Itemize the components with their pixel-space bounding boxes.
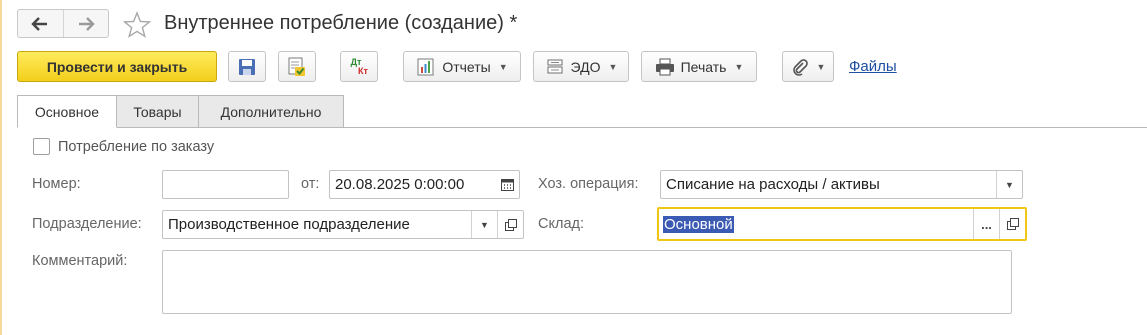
- operation-value: Списание на расходы / активы: [666, 176, 880, 193]
- dt-kt-button[interactable]: Дт Кт: [340, 51, 378, 82]
- tab-main[interactable]: Основное: [17, 95, 117, 128]
- save-disk-icon: [239, 58, 255, 75]
- number-label: Номер:: [32, 176, 81, 192]
- chevron-down-icon: ▼: [480, 219, 489, 230]
- division-open-button[interactable]: [497, 211, 523, 238]
- tab-additional[interactable]: Дополнительно: [198, 95, 344, 128]
- division-dropdown-button[interactable]: ▼: [471, 211, 497, 238]
- operation-label: Хоз. операция:: [538, 176, 639, 192]
- forward-arrow-icon: [78, 16, 95, 31]
- navigation-buttons: [17, 9, 109, 38]
- chevron-down-icon: ▼: [608, 61, 618, 72]
- forward-button[interactable]: [62, 10, 109, 37]
- by-order-checkbox[interactable]: [33, 138, 50, 155]
- date-label: от:: [301, 176, 320, 192]
- post-button[interactable]: [278, 51, 316, 82]
- date-value: 20.08.2025 0:00:00: [335, 176, 465, 193]
- attachments-button[interactable]: ▼: [782, 51, 834, 82]
- warehouse-field[interactable]: Основной ...: [657, 207, 1027, 241]
- division-value: Производственное подразделение: [168, 216, 410, 233]
- chevron-down-icon: ▼: [816, 61, 826, 72]
- back-button[interactable]: [18, 10, 63, 37]
- open-icon: [1006, 218, 1019, 230]
- comment-field[interactable]: [162, 250, 1012, 314]
- post-document-icon: [288, 57, 305, 76]
- reports-label: Отчеты: [442, 58, 491, 75]
- edo-button[interactable]: ЭДО ▼: [533, 51, 629, 82]
- back-arrow-icon: [31, 16, 48, 31]
- dt-kt-icon: Дт Кт: [350, 57, 368, 76]
- number-field[interactable]: [162, 170, 289, 199]
- print-label: Печать: [680, 58, 727, 75]
- save-button[interactable]: [228, 51, 266, 82]
- chevron-down-icon: ▼: [734, 61, 744, 72]
- favorite-star-icon: [123, 10, 151, 38]
- division-select[interactable]: Производственное подразделение ▼: [162, 210, 524, 239]
- warehouse-select-button[interactable]: ...: [973, 209, 999, 239]
- division-label: Подразделение:: [32, 216, 142, 232]
- window-edge: [0, 0, 2, 335]
- date-field[interactable]: 20.08.2025 0:00:00: [329, 170, 520, 199]
- printer-icon: [655, 58, 674, 75]
- tab-goods[interactable]: Товары: [116, 95, 199, 128]
- files-link[interactable]: Файлы: [849, 58, 897, 75]
- chevron-down-icon: ▼: [1005, 179, 1014, 190]
- by-order-label: Потребление по заказу: [58, 139, 215, 155]
- kt-label: Кт: [358, 65, 368, 76]
- comment-label: Комментарий:: [32, 253, 128, 269]
- page-title: Внутреннее потребление (создание) *: [164, 12, 518, 34]
- print-button[interactable]: Печать ▼: [641, 51, 757, 82]
- chevron-down-icon: ▼: [498, 61, 508, 72]
- edo-label: ЭДО: [570, 58, 601, 75]
- favorite-button[interactable]: [121, 9, 153, 39]
- reports-button[interactable]: Отчеты ▼: [403, 51, 521, 82]
- operation-select[interactable]: Списание на расходы / активы ▼: [660, 170, 1023, 199]
- reports-icon: [417, 58, 434, 75]
- post-and-close-button[interactable]: Провести и закрыть: [17, 51, 217, 82]
- warehouse-label: Склад:: [538, 216, 584, 232]
- warehouse-value: Основной: [663, 215, 734, 233]
- calendar-button[interactable]: [495, 171, 519, 198]
- warehouse-open-button[interactable]: [999, 209, 1025, 239]
- paperclip-icon: [792, 58, 808, 76]
- calendar-icon: [500, 179, 514, 191]
- edo-icon: [547, 59, 563, 73]
- operation-dropdown-button[interactable]: ▼: [996, 171, 1022, 198]
- open-icon: [504, 218, 517, 231]
